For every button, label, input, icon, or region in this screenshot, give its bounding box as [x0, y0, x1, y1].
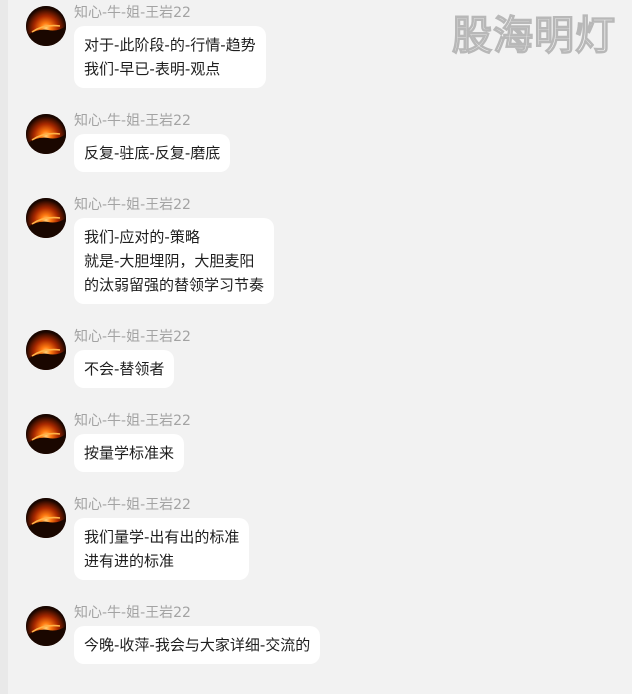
avatar[interactable]: [26, 198, 66, 238]
message-text-line: 不会-替领者: [84, 360, 165, 378]
message-bubble[interactable]: 不会-替领者: [74, 350, 175, 388]
sunset-avatar-icon: [26, 114, 66, 154]
chat-window: 股海明灯 知心-牛-姐-王岩22 对于-此阶段-的-行情-趋势 我们-早已-表明…: [0, 0, 632, 694]
message-bubble[interactable]: 我们量学-出有出的标准 进有进的标准: [74, 518, 250, 580]
message-text-line: 今晚-收萍-我会与大家详细-交流的: [84, 636, 311, 654]
message-text-line: 我们-应对的-策略: [84, 228, 200, 246]
message-text-line: 反复-驻底-反复-磨底: [84, 144, 221, 162]
sender-name: 知心-牛-姐-王岩22: [74, 413, 191, 429]
sender-name: 知心-牛-姐-王岩22: [74, 497, 191, 513]
sunset-avatar-icon: [26, 6, 66, 46]
sunset-avatar-icon: [26, 498, 66, 538]
message-bubble[interactable]: 按量学标准来: [74, 434, 185, 472]
avatar[interactable]: [26, 330, 66, 370]
sender-name: 知心-牛-姐-王岩22: [74, 113, 191, 129]
message-text-line: 我们-早已-表明-观点: [84, 60, 221, 78]
sender-name: 知心-牛-姐-王岩22: [74, 605, 191, 621]
sunset-avatar-icon: [26, 330, 66, 370]
sunset-avatar-icon: [26, 606, 66, 646]
message-text-line: 我们量学-出有出的标准: [84, 528, 240, 546]
message-text-line: 对于-此阶段-的-行情-趋势: [84, 36, 256, 54]
message-bubble[interactable]: 今晚-收萍-我会与大家详细-交流的: [74, 626, 321, 664]
avatar[interactable]: [26, 498, 66, 538]
message-text-line: 的汰弱留强的替领学习节奏: [84, 276, 265, 294]
sender-name: 知心-牛-姐-王岩22: [74, 197, 191, 213]
message-bubble[interactable]: 对于-此阶段-的-行情-趋势 我们-早已-表明-观点: [74, 26, 266, 88]
message-list[interactable]: 知心-牛-姐-王岩22 对于-此阶段-的-行情-趋势 我们-早已-表明-观点 知…: [0, 0, 632, 694]
sender-name: 知心-牛-姐-王岩22: [74, 329, 191, 345]
sunset-avatar-icon: [26, 198, 66, 238]
avatar[interactable]: [26, 606, 66, 646]
message-text-line: 按量学标准来: [84, 444, 175, 462]
sender-name: 知心-牛-姐-王岩22: [74, 5, 191, 21]
sunset-avatar-icon: [26, 414, 66, 454]
message-text-line: 进有进的标准: [84, 552, 175, 570]
avatar[interactable]: [26, 414, 66, 454]
message-bubble[interactable]: 反复-驻底-反复-磨底: [74, 134, 231, 172]
message-text-line: 就是-大胆埋阴，大胆麦阳: [84, 252, 255, 270]
avatar[interactable]: [26, 6, 66, 46]
message-bubble[interactable]: 我们-应对的-策略 就是-大胆埋阴，大胆麦阳 的汰弱留强的替领学习节奏: [74, 218, 275, 304]
avatar[interactable]: [26, 114, 66, 154]
